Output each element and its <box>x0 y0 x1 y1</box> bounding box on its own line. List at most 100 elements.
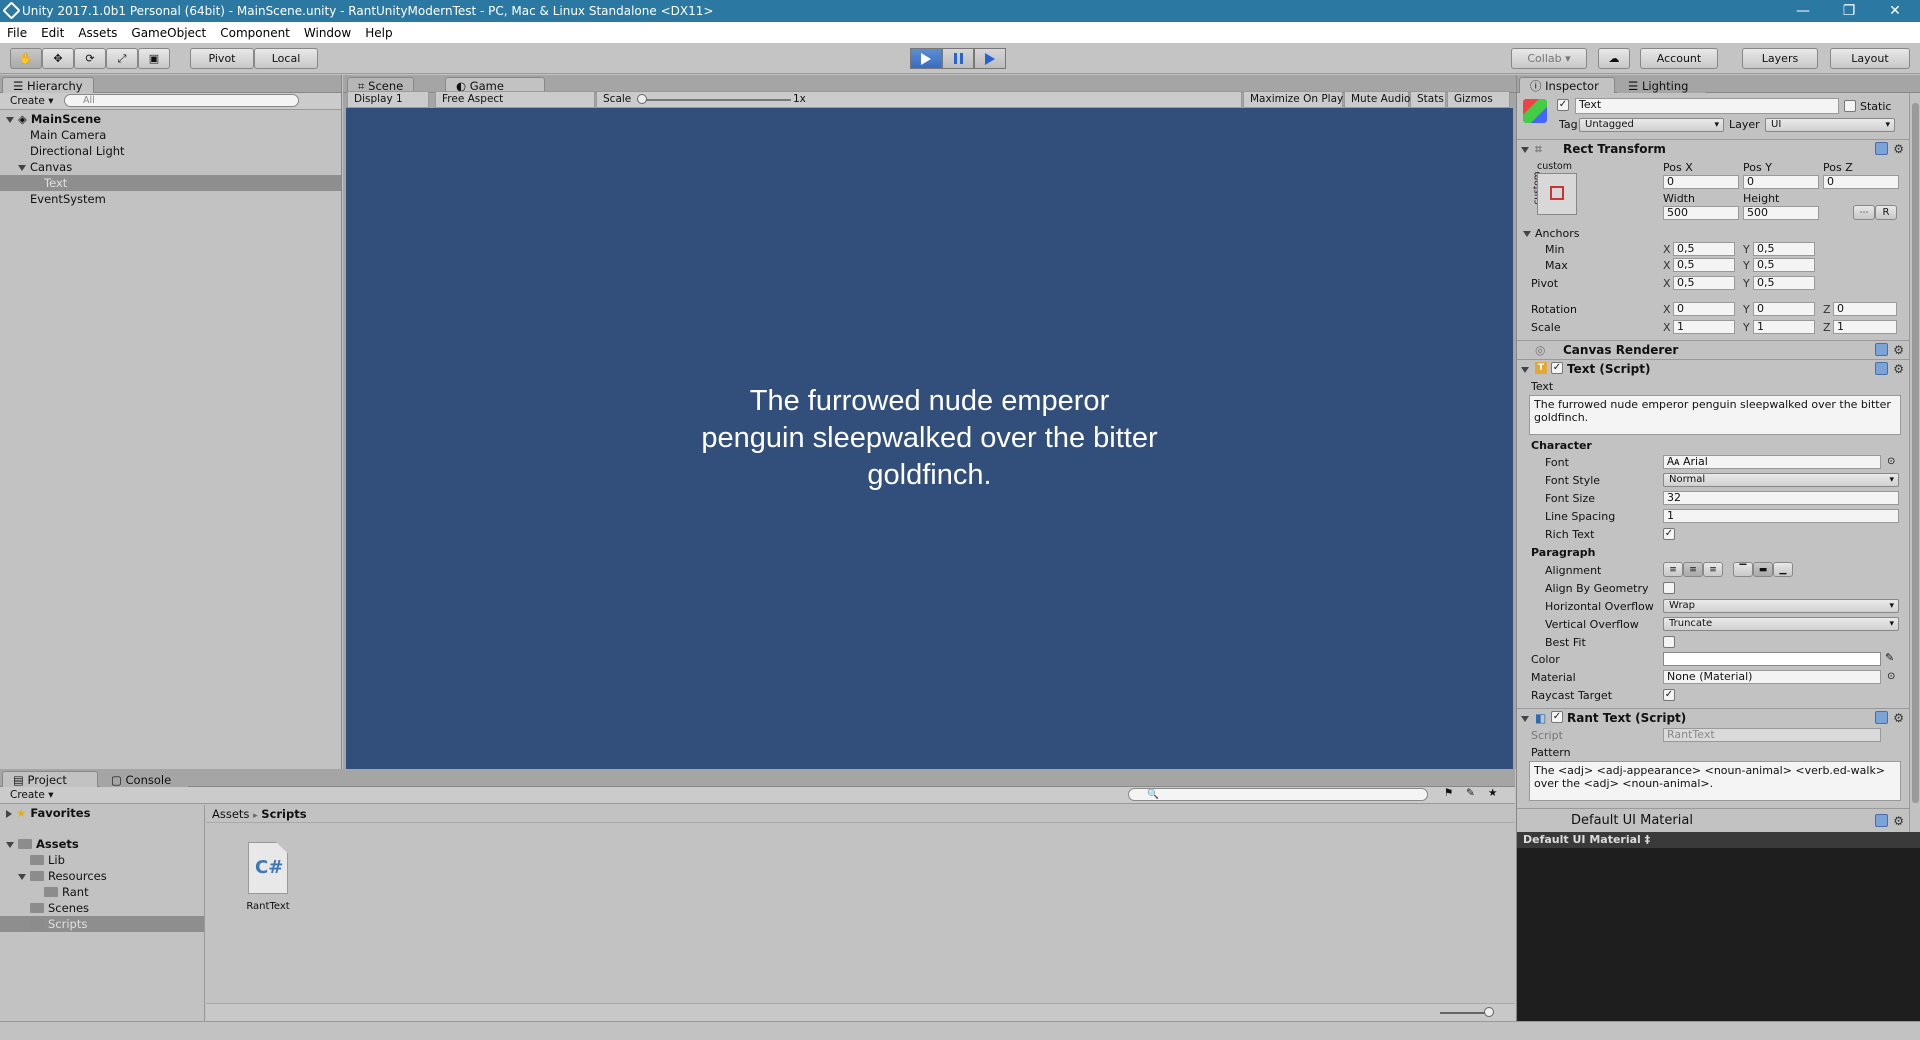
cloud-button[interactable]: ☁ <box>1598 48 1630 69</box>
menu-help[interactable]: Help <box>358 26 399 40</box>
assets-row[interactable]: Assets <box>0 836 204 852</box>
help-book-icon[interactable] <box>1875 142 1888 155</box>
step-button[interactable] <box>974 48 1006 69</box>
text-enabled-checkbox[interactable]: ✓ <box>1551 362 1563 374</box>
pivot-y-field[interactable]: 0,5 <box>1753 276 1815 290</box>
tab-inspector[interactable]: ⓘ Inspector <box>1519 77 1615 93</box>
align-left-button[interactable]: ≡ <box>1663 562 1683 577</box>
display-dropdown[interactable]: Display 1 <box>347 91 429 108</box>
game-view[interactable]: The furrowed nude emperor penguin sleepw… <box>346 108 1513 769</box>
scale-z-field[interactable]: 1 <box>1833 320 1897 334</box>
menu-file[interactable]: File <box>0 26 34 40</box>
move-tool-button[interactable]: ✥ <box>42 48 74 69</box>
favorites-star-icon[interactable]: ★ <box>1488 787 1497 799</box>
eyedropper-icon[interactable]: ✎ <box>1885 651 1894 664</box>
rich-text-checkbox[interactable]: ✓ <box>1663 528 1675 540</box>
material-field[interactable]: None (Material) <box>1663 670 1881 684</box>
breadcrumb-assets[interactable]: Assets <box>212 807 249 821</box>
stats-toggle[interactable]: Stats <box>1410 91 1446 108</box>
posz-field[interactable]: 0 <box>1823 175 1899 189</box>
account-dropdown[interactable]: Account <box>1640 48 1718 69</box>
scale-tool-button[interactable]: ⤢ <box>106 48 138 69</box>
text-area[interactable]: The furrowed nude emperor penguin sleepw… <box>1529 395 1901 435</box>
pattern-area[interactable]: The <adj> <adj-appearance> <noun-animal>… <box>1529 761 1901 801</box>
anchor-min-y-field[interactable]: 0,5 <box>1753 242 1815 256</box>
width-field[interactable]: 500 <box>1663 206 1739 220</box>
pivot-button[interactable]: Pivot <box>190 48 254 69</box>
raw-edit-button[interactable]: R <box>1875 205 1897 220</box>
font-size-field[interactable]: 32 <box>1663 491 1899 505</box>
layer-dropdown[interactable]: UI <box>1765 118 1895 132</box>
align-middle-button[interactable]: ▬ <box>1753 562 1773 577</box>
icon-size-slider-thumb[interactable] <box>1484 1007 1494 1017</box>
active-checkbox[interactable]: ✓ <box>1557 99 1569 111</box>
hierarchy-item-directional-light[interactable]: Directional Light <box>0 143 341 159</box>
blueprint-mode-button[interactable]: ⋯ <box>1853 205 1875 220</box>
rotation-x-field[interactable]: 0 <box>1673 302 1735 316</box>
align-top-button[interactable]: ▔ <box>1733 562 1753 577</box>
hierarchy-item-canvas[interactable]: Canvas <box>0 159 341 175</box>
tree-item-rant[interactable]: Rant <box>0 884 204 900</box>
anchor-max-x-field[interactable]: 0,5 <box>1673 258 1735 272</box>
help-book-icon[interactable] <box>1875 814 1888 827</box>
tree-item-lib[interactable]: Lib <box>0 852 204 868</box>
object-picker-icon[interactable]: ⊙ <box>1887 456 1895 467</box>
gear-icon[interactable]: ⚙ <box>1893 140 1904 158</box>
menu-assets[interactable]: Assets <box>71 26 124 40</box>
maximize-on-play-toggle[interactable]: Maximize On Play <box>1243 91 1343 108</box>
minimize-button[interactable]: — <box>1780 0 1826 22</box>
anchors-label[interactable]: Anchors <box>1523 227 1580 240</box>
line-spacing-field[interactable]: 1 <box>1663 509 1899 523</box>
help-book-icon[interactable] <box>1875 711 1888 724</box>
tree-item-scripts[interactable]: Scripts <box>0 916 204 932</box>
rotation-y-field[interactable]: 0 <box>1753 302 1815 316</box>
hierarchy-item-eventsystem[interactable]: EventSystem <box>0 191 341 207</box>
rant-script-header[interactable]: ◧ ✓ Rant Text (Script) ⚙ <box>1517 708 1910 726</box>
mute-audio-toggle[interactable]: Mute Audio <box>1344 91 1410 108</box>
object-picker-icon[interactable]: ⊙ <box>1887 671 1895 682</box>
local-button[interactable]: Local <box>254 48 318 69</box>
h-overflow-dropdown[interactable]: Wrap <box>1663 599 1899 613</box>
anchor-min-x-field[interactable]: 0,5 <box>1673 242 1735 256</box>
restore-button[interactable]: ❐ <box>1826 0 1872 22</box>
tree-item-resources[interactable]: Resources <box>0 868 204 884</box>
scale-x-field[interactable]: 1 <box>1673 320 1735 334</box>
hierarchy-create-button[interactable]: Create ▾ <box>4 94 60 108</box>
project-create-button[interactable]: Create ▾ <box>4 788 60 802</box>
scale-thumb[interactable] <box>637 94 647 104</box>
height-field[interactable]: 500 <box>1743 206 1819 220</box>
best-fit-checkbox[interactable] <box>1663 636 1675 648</box>
align-geometry-checkbox[interactable] <box>1663 582 1675 594</box>
icon-size-slider-track[interactable] <box>1440 1012 1490 1014</box>
raycast-checkbox[interactable]: ✓ <box>1663 689 1675 701</box>
inspector-scrollbar[interactable] <box>1909 93 1920 832</box>
menu-window[interactable]: Window <box>297 26 358 40</box>
anchor-max-y-field[interactable]: 0,5 <box>1753 258 1815 272</box>
menu-edit[interactable]: Edit <box>34 26 71 40</box>
filter-by-label-icon[interactable]: ✎ <box>1466 787 1475 799</box>
tree-item-scenes[interactable]: Scenes <box>0 900 204 916</box>
rant-enabled-checkbox[interactable]: ✓ <box>1551 711 1563 723</box>
pause-button[interactable] <box>942 48 974 69</box>
help-book-icon[interactable] <box>1875 343 1888 356</box>
gear-icon[interactable]: ⚙ <box>1893 360 1904 378</box>
canvas-renderer-header[interactable]: ◎ Canvas Renderer ⚙ <box>1517 340 1910 358</box>
gear-icon[interactable]: ⚙ <box>1893 809 1904 833</box>
tag-dropdown[interactable]: Untagged <box>1579 118 1724 132</box>
csharp-file-icon[interactable]: C# <box>248 842 288 894</box>
default-material-header[interactable]: Default UI Material ⚙ <box>1517 808 1910 832</box>
align-center-button[interactable]: ≡ <box>1683 562 1703 577</box>
align-bottom-button[interactable]: ▁ <box>1773 562 1793 577</box>
color-swatch[interactable] <box>1663 652 1881 666</box>
font-style-dropdown[interactable]: Normal <box>1663 473 1899 487</box>
scene-row[interactable]: ◈ MainScene <box>0 111 341 127</box>
favorites-row[interactable]: ★ Favorites <box>0 805 204 821</box>
posy-field[interactable]: 0 <box>1743 175 1819 189</box>
close-button[interactable]: ✕ <box>1872 0 1918 22</box>
tab-console[interactable]: ▢ Console <box>100 771 188 787</box>
hand-tool-button[interactable]: ✋ <box>10 48 42 69</box>
v-overflow-dropdown[interactable]: Truncate <box>1663 617 1899 631</box>
object-name-field[interactable]: Text <box>1575 98 1839 114</box>
align-right-button[interactable]: ≡ <box>1703 562 1723 577</box>
breadcrumb-scripts[interactable]: Scripts <box>261 807 306 821</box>
